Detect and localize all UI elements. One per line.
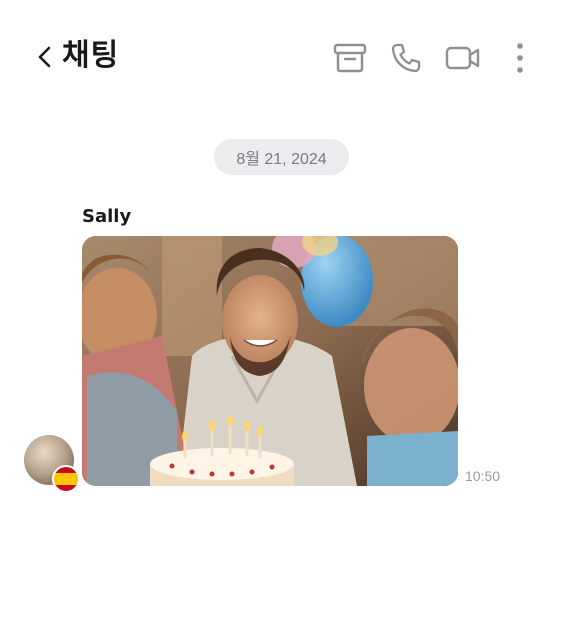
archive-button[interactable] [330,38,370,78]
video-call-button[interactable] [443,38,483,78]
call-button[interactable] [386,38,426,78]
more-vertical-icon [517,43,523,73]
chat-header: 채팅 [0,0,564,110]
back-button[interactable] [34,40,56,74]
chevron-left-icon [38,46,51,68]
video-camera-icon [445,46,480,70]
archive-icon [333,43,367,73]
date-divider: 8월 21, 2024 [214,139,349,175]
sender-name: Sally [82,206,132,227]
more-options-button[interactable] [500,38,540,78]
message-time: 10:50 [465,468,501,484]
phone-icon [391,43,421,73]
spain-flag-icon [52,465,80,493]
photo-image [82,236,458,486]
page-title: 채팅 [62,38,120,73]
message-photo[interactable] [82,236,458,486]
